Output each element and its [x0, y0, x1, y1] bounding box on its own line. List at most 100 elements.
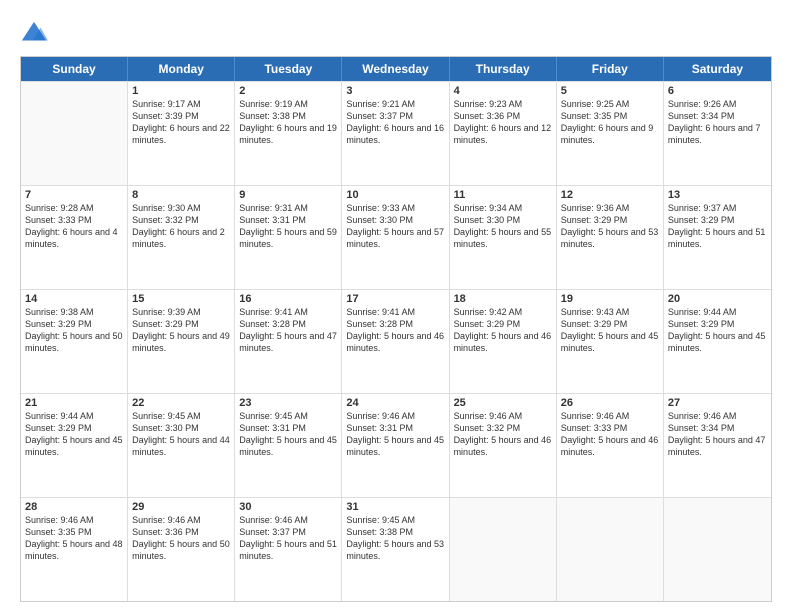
calendar-week-row: 1Sunrise: 9:17 AMSunset: 3:39 PMDaylight…	[21, 81, 771, 185]
calendar-cell: 24Sunrise: 9:46 AMSunset: 3:31 PMDayligh…	[342, 394, 449, 497]
cell-details: Sunrise: 9:33 AMSunset: 3:30 PMDaylight:…	[346, 202, 444, 251]
calendar-cell: 19Sunrise: 9:43 AMSunset: 3:29 PMDayligh…	[557, 290, 664, 393]
cell-details: Sunrise: 9:19 AMSunset: 3:38 PMDaylight:…	[239, 98, 337, 147]
day-number: 21	[25, 397, 123, 409]
day-number: 20	[668, 293, 767, 305]
cell-details: Sunrise: 9:46 AMSunset: 3:35 PMDaylight:…	[25, 514, 123, 563]
cell-details: Sunrise: 9:38 AMSunset: 3:29 PMDaylight:…	[25, 306, 123, 355]
cell-details: Sunrise: 9:26 AMSunset: 3:34 PMDaylight:…	[668, 98, 767, 147]
day-number: 29	[132, 501, 230, 513]
calendar-cell: 12Sunrise: 9:36 AMSunset: 3:29 PMDayligh…	[557, 186, 664, 289]
cell-details: Sunrise: 9:37 AMSunset: 3:29 PMDaylight:…	[668, 202, 767, 251]
calendar-cell: 2Sunrise: 9:19 AMSunset: 3:38 PMDaylight…	[235, 82, 342, 185]
day-number: 11	[454, 189, 552, 201]
cell-details: Sunrise: 9:31 AMSunset: 3:31 PMDaylight:…	[239, 202, 337, 251]
calendar-cell: 5Sunrise: 9:25 AMSunset: 3:35 PMDaylight…	[557, 82, 664, 185]
calendar-cell: 22Sunrise: 9:45 AMSunset: 3:30 PMDayligh…	[128, 394, 235, 497]
header	[20, 16, 772, 48]
day-number: 5	[561, 85, 659, 97]
cell-details: Sunrise: 9:43 AMSunset: 3:29 PMDaylight:…	[561, 306, 659, 355]
calendar-header-day: Saturday	[664, 57, 771, 81]
cell-details: Sunrise: 9:28 AMSunset: 3:33 PMDaylight:…	[25, 202, 123, 251]
calendar-week-row: 28Sunrise: 9:46 AMSunset: 3:35 PMDayligh…	[21, 497, 771, 601]
calendar-cell	[21, 82, 128, 185]
day-number: 19	[561, 293, 659, 305]
calendar-cell: 11Sunrise: 9:34 AMSunset: 3:30 PMDayligh…	[450, 186, 557, 289]
day-number: 9	[239, 189, 337, 201]
calendar-cell	[557, 498, 664, 601]
day-number: 14	[25, 293, 123, 305]
cell-details: Sunrise: 9:30 AMSunset: 3:32 PMDaylight:…	[132, 202, 230, 251]
day-number: 10	[346, 189, 444, 201]
day-number: 1	[132, 85, 230, 97]
calendar-cell: 20Sunrise: 9:44 AMSunset: 3:29 PMDayligh…	[664, 290, 771, 393]
calendar-cell: 9Sunrise: 9:31 AMSunset: 3:31 PMDaylight…	[235, 186, 342, 289]
calendar-cell: 1Sunrise: 9:17 AMSunset: 3:39 PMDaylight…	[128, 82, 235, 185]
calendar-header-day: Wednesday	[342, 57, 449, 81]
day-number: 15	[132, 293, 230, 305]
calendar-cell: 30Sunrise: 9:46 AMSunset: 3:37 PMDayligh…	[235, 498, 342, 601]
day-number: 3	[346, 85, 444, 97]
calendar-cell: 6Sunrise: 9:26 AMSunset: 3:34 PMDaylight…	[664, 82, 771, 185]
day-number: 27	[668, 397, 767, 409]
day-number: 30	[239, 501, 337, 513]
calendar-header-day: Friday	[557, 57, 664, 81]
calendar-cell: 28Sunrise: 9:46 AMSunset: 3:35 PMDayligh…	[21, 498, 128, 601]
day-number: 8	[132, 189, 230, 201]
day-number: 28	[25, 501, 123, 513]
cell-details: Sunrise: 9:21 AMSunset: 3:37 PMDaylight:…	[346, 98, 444, 147]
day-number: 7	[25, 189, 123, 201]
day-number: 16	[239, 293, 337, 305]
calendar-cell: 7Sunrise: 9:28 AMSunset: 3:33 PMDaylight…	[21, 186, 128, 289]
calendar-cell	[664, 498, 771, 601]
calendar-week-row: 7Sunrise: 9:28 AMSunset: 3:33 PMDaylight…	[21, 185, 771, 289]
calendar-cell: 18Sunrise: 9:42 AMSunset: 3:29 PMDayligh…	[450, 290, 557, 393]
calendar-header-row: SundayMondayTuesdayWednesdayThursdayFrid…	[21, 57, 771, 81]
day-number: 2	[239, 85, 337, 97]
cell-details: Sunrise: 9:36 AMSunset: 3:29 PMDaylight:…	[561, 202, 659, 251]
calendar-cell: 23Sunrise: 9:45 AMSunset: 3:31 PMDayligh…	[235, 394, 342, 497]
cell-details: Sunrise: 9:17 AMSunset: 3:39 PMDaylight:…	[132, 98, 230, 147]
day-number: 24	[346, 397, 444, 409]
calendar-cell: 21Sunrise: 9:44 AMSunset: 3:29 PMDayligh…	[21, 394, 128, 497]
calendar-cell: 27Sunrise: 9:46 AMSunset: 3:34 PMDayligh…	[664, 394, 771, 497]
calendar-cell: 15Sunrise: 9:39 AMSunset: 3:29 PMDayligh…	[128, 290, 235, 393]
cell-details: Sunrise: 9:46 AMSunset: 3:32 PMDaylight:…	[454, 410, 552, 459]
calendar-body: 1Sunrise: 9:17 AMSunset: 3:39 PMDaylight…	[21, 81, 771, 601]
calendar: SundayMondayTuesdayWednesdayThursdayFrid…	[20, 56, 772, 602]
day-number: 13	[668, 189, 767, 201]
cell-details: Sunrise: 9:39 AMSunset: 3:29 PMDaylight:…	[132, 306, 230, 355]
page: SundayMondayTuesdayWednesdayThursdayFrid…	[0, 0, 792, 612]
calendar-week-row: 14Sunrise: 9:38 AMSunset: 3:29 PMDayligh…	[21, 289, 771, 393]
calendar-header-day: Sunday	[21, 57, 128, 81]
calendar-cell: 31Sunrise: 9:45 AMSunset: 3:38 PMDayligh…	[342, 498, 449, 601]
cell-details: Sunrise: 9:46 AMSunset: 3:36 PMDaylight:…	[132, 514, 230, 563]
cell-details: Sunrise: 9:44 AMSunset: 3:29 PMDaylight:…	[668, 306, 767, 355]
day-number: 17	[346, 293, 444, 305]
day-number: 6	[668, 85, 767, 97]
cell-details: Sunrise: 9:45 AMSunset: 3:30 PMDaylight:…	[132, 410, 230, 459]
calendar-cell: 26Sunrise: 9:46 AMSunset: 3:33 PMDayligh…	[557, 394, 664, 497]
calendar-cell: 25Sunrise: 9:46 AMSunset: 3:32 PMDayligh…	[450, 394, 557, 497]
day-number: 23	[239, 397, 337, 409]
calendar-cell	[450, 498, 557, 601]
calendar-header-day: Tuesday	[235, 57, 342, 81]
cell-details: Sunrise: 9:45 AMSunset: 3:38 PMDaylight:…	[346, 514, 444, 563]
calendar-cell: 10Sunrise: 9:33 AMSunset: 3:30 PMDayligh…	[342, 186, 449, 289]
calendar-cell: 8Sunrise: 9:30 AMSunset: 3:32 PMDaylight…	[128, 186, 235, 289]
cell-details: Sunrise: 9:46 AMSunset: 3:34 PMDaylight:…	[668, 410, 767, 459]
calendar-cell: 16Sunrise: 9:41 AMSunset: 3:28 PMDayligh…	[235, 290, 342, 393]
cell-details: Sunrise: 9:23 AMSunset: 3:36 PMDaylight:…	[454, 98, 552, 147]
cell-details: Sunrise: 9:46 AMSunset: 3:33 PMDaylight:…	[561, 410, 659, 459]
calendar-cell: 3Sunrise: 9:21 AMSunset: 3:37 PMDaylight…	[342, 82, 449, 185]
calendar-cell: 4Sunrise: 9:23 AMSunset: 3:36 PMDaylight…	[450, 82, 557, 185]
cell-details: Sunrise: 9:41 AMSunset: 3:28 PMDaylight:…	[239, 306, 337, 355]
cell-details: Sunrise: 9:45 AMSunset: 3:31 PMDaylight:…	[239, 410, 337, 459]
calendar-cell: 17Sunrise: 9:41 AMSunset: 3:28 PMDayligh…	[342, 290, 449, 393]
day-number: 12	[561, 189, 659, 201]
calendar-cell: 29Sunrise: 9:46 AMSunset: 3:36 PMDayligh…	[128, 498, 235, 601]
calendar-header-day: Thursday	[450, 57, 557, 81]
cell-details: Sunrise: 9:25 AMSunset: 3:35 PMDaylight:…	[561, 98, 659, 147]
cell-details: Sunrise: 9:34 AMSunset: 3:30 PMDaylight:…	[454, 202, 552, 251]
logo-icon	[20, 20, 48, 48]
